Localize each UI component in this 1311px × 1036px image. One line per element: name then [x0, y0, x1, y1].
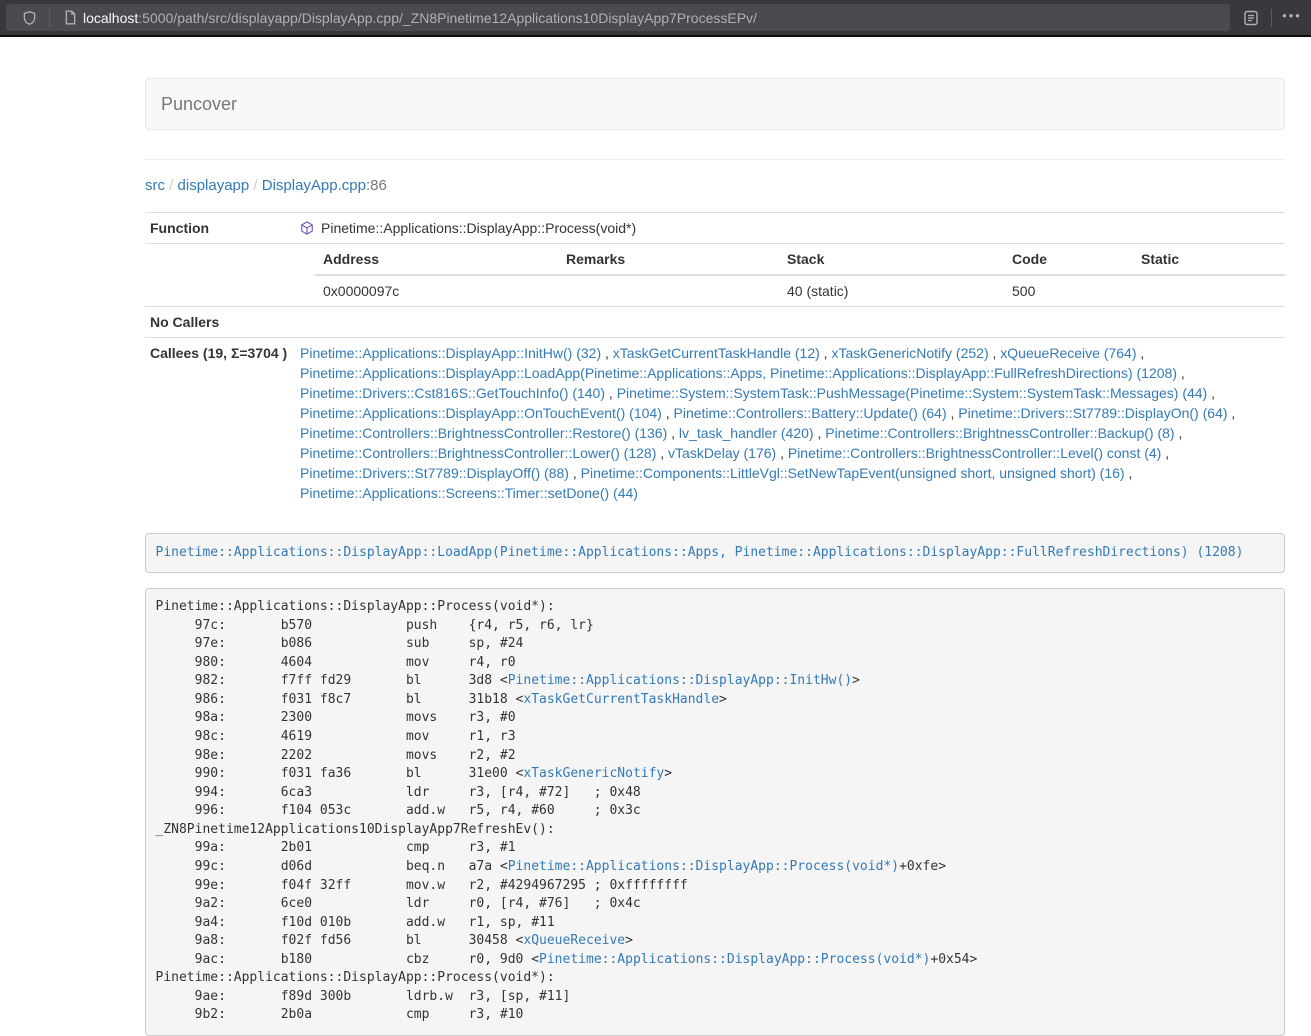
breadcrumb-link-displayapp[interactable]: displayapp	[178, 177, 250, 194]
remarks-value	[558, 275, 779, 306]
breadcrumb-line-number: :86	[366, 177, 387, 194]
stack-value: 40 (static)	[779, 275, 1004, 306]
callee-link[interactable]: xTaskGenericNotify (252)	[831, 345, 988, 361]
function-label: Function	[145, 213, 295, 244]
callees-label: Callees (19, Σ=3704 )	[145, 338, 295, 509]
breadcrumb-link-src[interactable]: src	[145, 177, 165, 194]
page-actions-menu-icon[interactable]: •••	[1279, 7, 1305, 29]
urlbar-separator	[49, 9, 50, 27]
callee-separator: ,	[662, 405, 674, 421]
callee-link[interactable]: Pinetime::Applications::DisplayApp::Load…	[300, 365, 1177, 381]
callees-row: Callees (19, Σ=3704 ) Pinetime::Applicat…	[145, 338, 1285, 509]
callee-separator: ,	[1177, 365, 1185, 381]
symbol-cube-icon	[300, 220, 314, 236]
no-callers-label: No Callers	[145, 307, 295, 338]
col-header-static: Static	[1133, 244, 1285, 275]
callee-separator: ,	[1175, 425, 1183, 441]
callee-separator: ,	[569, 465, 581, 481]
callee-link[interactable]: Pinetime::Controllers::BrightnessControl…	[300, 425, 667, 441]
col-header-address: Address	[315, 244, 558, 275]
callee-link[interactable]: lv_task_handler (420)	[679, 425, 814, 441]
callees-list: Pinetime::Applications::DisplayApp::Init…	[295, 338, 1285, 509]
callee-link[interactable]: Pinetime::Controllers::BrightnessControl…	[788, 445, 1161, 461]
callee-link[interactable]: Pinetime::Drivers::St7789::DisplayOff() …	[300, 465, 569, 481]
disasm-symbol-link[interactable]: xTaskGenericNotify	[523, 766, 664, 781]
callee-separator: ,	[947, 405, 959, 421]
disasm-symbol-link[interactable]: Pinetime::Applications::DisplayApp::Proc…	[508, 859, 899, 874]
stats-row: Address Remarks Stack Code Static 0x0000…	[145, 244, 1285, 307]
disasm-symbol-link[interactable]: Pinetime::Applications::DisplayApp::Proc…	[539, 952, 930, 967]
callee-link[interactable]: vTaskDelay (176)	[668, 445, 776, 461]
snippet-box: Pinetime::Applications::DisplayApp::Load…	[145, 533, 1285, 573]
col-header-code: Code	[1004, 244, 1133, 275]
callee-link[interactable]: Pinetime::Controllers::Battery::Update()…	[674, 405, 947, 421]
url-host: localhost	[83, 10, 138, 26]
callee-separator: ,	[776, 445, 788, 461]
callee-separator: ,	[1207, 385, 1215, 401]
callee-separator: ,	[605, 385, 617, 401]
callee-link[interactable]: xQueueReceive (764)	[1000, 345, 1136, 361]
breadcrumb: src / displayapp / DisplayApp.cpp:86	[145, 176, 1285, 196]
page-container: Puncover src / displayapp / DisplayApp.c…	[145, 78, 1285, 1036]
code-value: 500	[1004, 275, 1133, 306]
disassembly-code: Pinetime::Applications::DisplayApp::Proc…	[145, 588, 1285, 1036]
stats-table: Address Remarks Stack Code Static 0x0000…	[315, 244, 1285, 306]
breadcrumb-link-file[interactable]: DisplayApp.cpp	[262, 177, 366, 194]
divider	[145, 159, 1285, 160]
no-callers-row: No Callers	[145, 307, 1285, 338]
function-row: Function Pinetime::Applications::Display…	[145, 213, 1285, 244]
snippet-symbol-link[interactable]: Pinetime::Applications::DisplayApp::Load…	[156, 545, 1244, 560]
callee-separator: ,	[667, 425, 679, 441]
callee-separator: ,	[1136, 345, 1144, 361]
callee-link[interactable]: Pinetime::Controllers::BrightnessControl…	[300, 445, 656, 461]
callee-separator: ,	[989, 345, 1001, 361]
tracking-protection-shield-icon[interactable]	[16, 7, 42, 29]
static-value	[1133, 275, 1285, 306]
reader-mode-icon[interactable]	[1238, 7, 1264, 29]
callee-link[interactable]: xTaskGetCurrentTaskHandle (12)	[613, 345, 820, 361]
breadcrumb-separator: /	[249, 177, 262, 194]
callee-separator: ,	[1228, 405, 1236, 421]
toolbar-separator	[1271, 9, 1272, 27]
callee-link[interactable]: Pinetime::Drivers::Cst816S::GetTouchInfo…	[300, 385, 605, 401]
site-identity-page-icon[interactable]	[57, 7, 83, 29]
app-navbar: Puncover	[145, 78, 1285, 130]
callee-link[interactable]: Pinetime::Drivers::St7789::DisplayOn() (…	[958, 405, 1227, 421]
breadcrumb-separator: /	[165, 177, 178, 194]
url-path: :5000/path/src/displayapp/DisplayApp.cpp…	[138, 10, 757, 26]
col-header-remarks: Remarks	[558, 244, 779, 275]
function-name: Pinetime::Applications::DisplayApp::Proc…	[321, 218, 636, 238]
url-bar[interactable]: localhost:5000/path/src/displayapp/Displ…	[6, 4, 1230, 31]
disasm-symbol-link[interactable]: xQueueReceive	[523, 933, 625, 948]
callee-link[interactable]: Pinetime::Applications::Screens::Timer::…	[300, 485, 638, 501]
callee-link[interactable]: Pinetime::Controllers::BrightnessControl…	[825, 425, 1174, 441]
address-value: 0x0000097c	[315, 275, 558, 306]
callee-link[interactable]: Pinetime::Applications::DisplayApp::Init…	[300, 345, 601, 361]
callee-separator: ,	[601, 345, 613, 361]
callee-separator: ,	[1161, 445, 1169, 461]
callee-link[interactable]: Pinetime::Components::LittleVgl::SetNewT…	[581, 465, 1125, 481]
col-header-stack: Stack	[779, 244, 1004, 275]
url-text: localhost:5000/path/src/displayapp/Displ…	[83, 10, 757, 26]
function-detail-table: Function Pinetime::Applications::Display…	[145, 212, 1285, 508]
browser-toolbar: localhost:5000/path/src/displayapp/Displ…	[0, 0, 1311, 37]
callee-separator: ,	[814, 425, 826, 441]
app-title[interactable]: Puncover	[146, 94, 252, 115]
disasm-symbol-link[interactable]: xTaskGetCurrentTaskHandle	[523, 692, 719, 707]
callee-separator: ,	[1125, 465, 1133, 481]
stats-data-row: 0x0000097c 40 (static) 500	[315, 275, 1285, 306]
callee-separator: ,	[656, 445, 668, 461]
disasm-symbol-link[interactable]: Pinetime::Applications::DisplayApp::Init…	[508, 673, 852, 688]
callee-link[interactable]: Pinetime::System::SystemTask::PushMessag…	[617, 385, 1208, 401]
callee-separator: ,	[820, 345, 832, 361]
callee-link[interactable]: Pinetime::Applications::DisplayApp::OnTo…	[300, 405, 662, 421]
